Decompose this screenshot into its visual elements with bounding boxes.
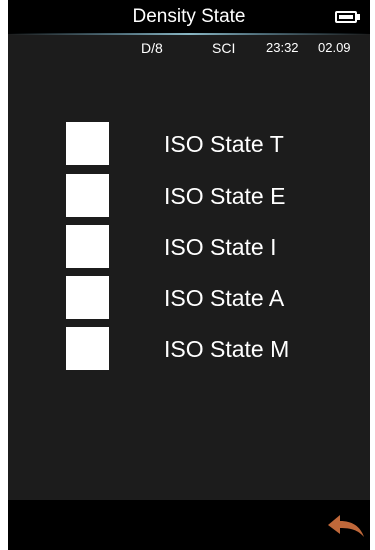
screen: Density State D/8 SCI 23:32 02.09 ISO St… (8, 0, 370, 550)
option-label: ISO State I (164, 234, 277, 260)
checkbox-iso-state-i[interactable] (66, 225, 109, 268)
page-title: Density State (132, 6, 246, 27)
option-label: ISO State M (164, 336, 290, 362)
option-iso-state-i[interactable]: ISO State I (66, 225, 356, 269)
option-iso-state-m[interactable]: ISO State M (66, 327, 356, 371)
checkbox-iso-state-a[interactable] (66, 276, 109, 319)
checkbox-iso-state-m[interactable] (66, 327, 109, 370)
status-mode: SCI (212, 40, 236, 56)
back-button[interactable] (326, 513, 366, 541)
title-underline (8, 33, 370, 35)
option-iso-state-a[interactable]: ISO State A (66, 276, 356, 320)
battery-icon (335, 11, 357, 23)
back-arrow-icon (328, 515, 364, 537)
option-label: ISO State T (164, 131, 284, 157)
checkbox-iso-state-e[interactable] (66, 174, 109, 217)
checkmark-icon (72, 130, 104, 156)
option-label: ISO State E (164, 183, 286, 209)
option-iso-state-e[interactable]: ISO State E (66, 174, 356, 218)
option-iso-state-t[interactable]: ISO State T (66, 122, 356, 166)
checkbox-iso-state-t[interactable] (66, 122, 109, 165)
title-bar: Density State (8, 0, 370, 34)
status-geometry: D/8 (141, 40, 163, 56)
status-time: 23:32 (266, 40, 299, 55)
status-date: 02.09 (318, 40, 351, 55)
battery-level (339, 15, 353, 19)
bottom-bar (8, 500, 370, 550)
device: Density State D/8 SCI 23:32 02.09 ISO St… (0, 0, 375, 550)
option-label: ISO State A (164, 285, 285, 311)
battery-tip (357, 14, 360, 20)
